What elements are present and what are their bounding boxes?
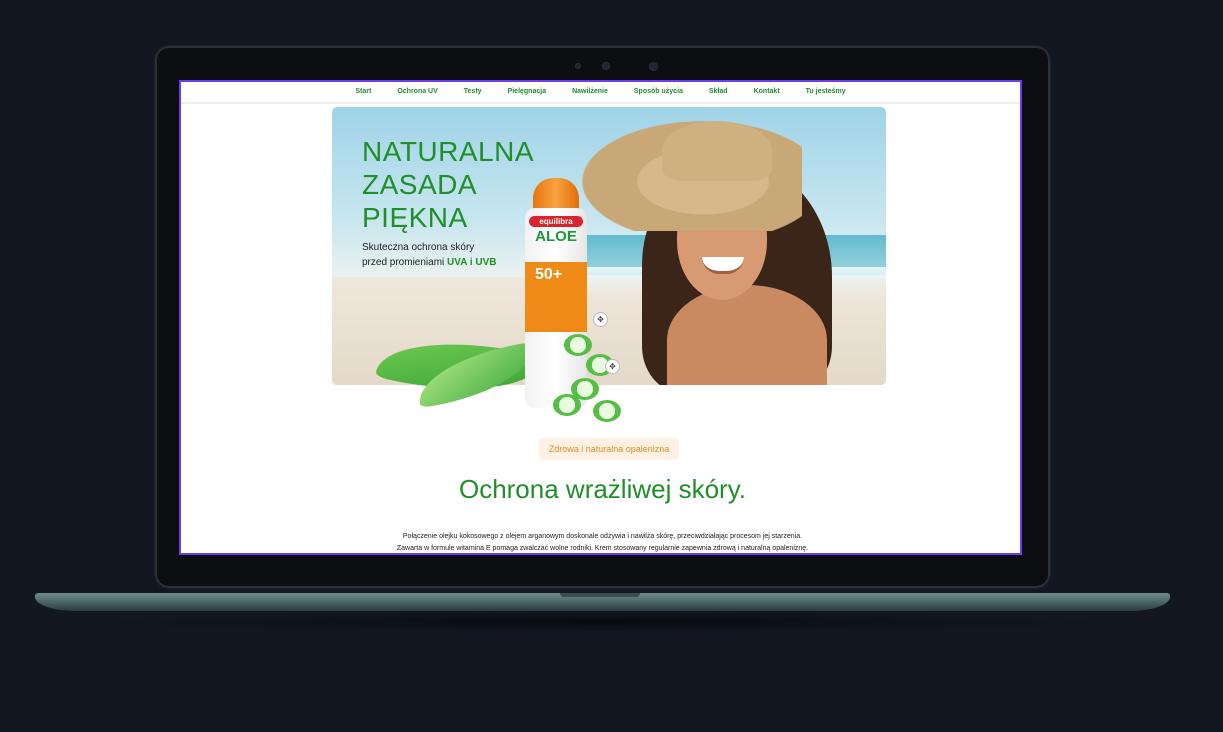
- sensor-dot: [603, 63, 609, 69]
- aloe-slice-image: [553, 394, 581, 416]
- top-navigation: Start Ochrona UV Testy Pielęgnacja Nawil…: [181, 82, 1020, 104]
- nav-kontakt[interactable]: Kontakt: [741, 82, 793, 102]
- aloe-slice-image: [593, 400, 621, 422]
- bottle-cap: [533, 178, 579, 212]
- hero-title-line: ZASADA: [362, 169, 478, 200]
- laptop-notch: [560, 593, 640, 597]
- nav-nawilzenie[interactable]: Nawilżenie: [559, 82, 621, 102]
- hero-subtitle: Skuteczna ochrona skóry przed promieniam…: [362, 240, 497, 270]
- hero-subtitle-line1: Skuteczna ochrona skóry: [362, 242, 475, 253]
- move-handle-icon[interactable]: ✥: [593, 312, 608, 327]
- nav-start[interactable]: Start: [342, 82, 384, 102]
- nav-ochrona-uv[interactable]: Ochrona UV: [384, 82, 450, 102]
- aloe-slice-image: [564, 334, 592, 356]
- hero-title-line: PIĘKNA: [362, 202, 468, 233]
- uv-highlight: UVA i UVB: [447, 257, 497, 268]
- nav-pielegnacja[interactable]: Pielęgnacja: [495, 82, 560, 102]
- description-line: Połączenie olejku kokosowego z olejem ar…: [402, 533, 803, 540]
- move-handle-icon[interactable]: ✥: [605, 359, 620, 374]
- tagline-badge: Zdrowa i naturalna opalenizna: [539, 438, 679, 460]
- nav-sklad[interactable]: Skład: [696, 82, 741, 102]
- woman-shoulder: [667, 285, 827, 385]
- nav-sposob-uzycia[interactable]: Sposób użycia: [621, 82, 696, 102]
- product-brand: equilibra: [529, 216, 583, 227]
- nav-tu-jestesmy[interactable]: Tu jesteśmy: [793, 82, 859, 102]
- product-name: ALOE: [535, 228, 577, 245]
- straw-hat-crown: [662, 121, 772, 181]
- webcam: [650, 63, 657, 70]
- hero-subtitle-line2: przed promieniami: [362, 257, 448, 268]
- sensor-dot: [576, 64, 580, 68]
- section-description: Połączenie olejku kokosowego z olejem ar…: [181, 531, 1020, 553]
- nav-testy[interactable]: Testy: [451, 82, 495, 102]
- hero-title-line: NATURALNA: [362, 136, 535, 167]
- hero-title: NATURALNA ZASADA PIĘKNA: [362, 135, 534, 234]
- laptop-shadow: [90, 611, 1120, 633]
- hero-banner: NATURALNA ZASADA PIĘKNA Skuteczna ochron…: [332, 107, 886, 385]
- section-heading: Ochrona wrażliwej skóry.: [458, 474, 747, 504]
- product-spf: 50+: [535, 266, 563, 283]
- description-line: Zawarta w formule witamina E pomaga zwal…: [396, 545, 809, 552]
- product-bottle: equilibra ALOE 50+: [525, 178, 587, 408]
- laptop-screen: Start Ochrona UV Testy Pielęgnacja Nawil…: [179, 80, 1022, 555]
